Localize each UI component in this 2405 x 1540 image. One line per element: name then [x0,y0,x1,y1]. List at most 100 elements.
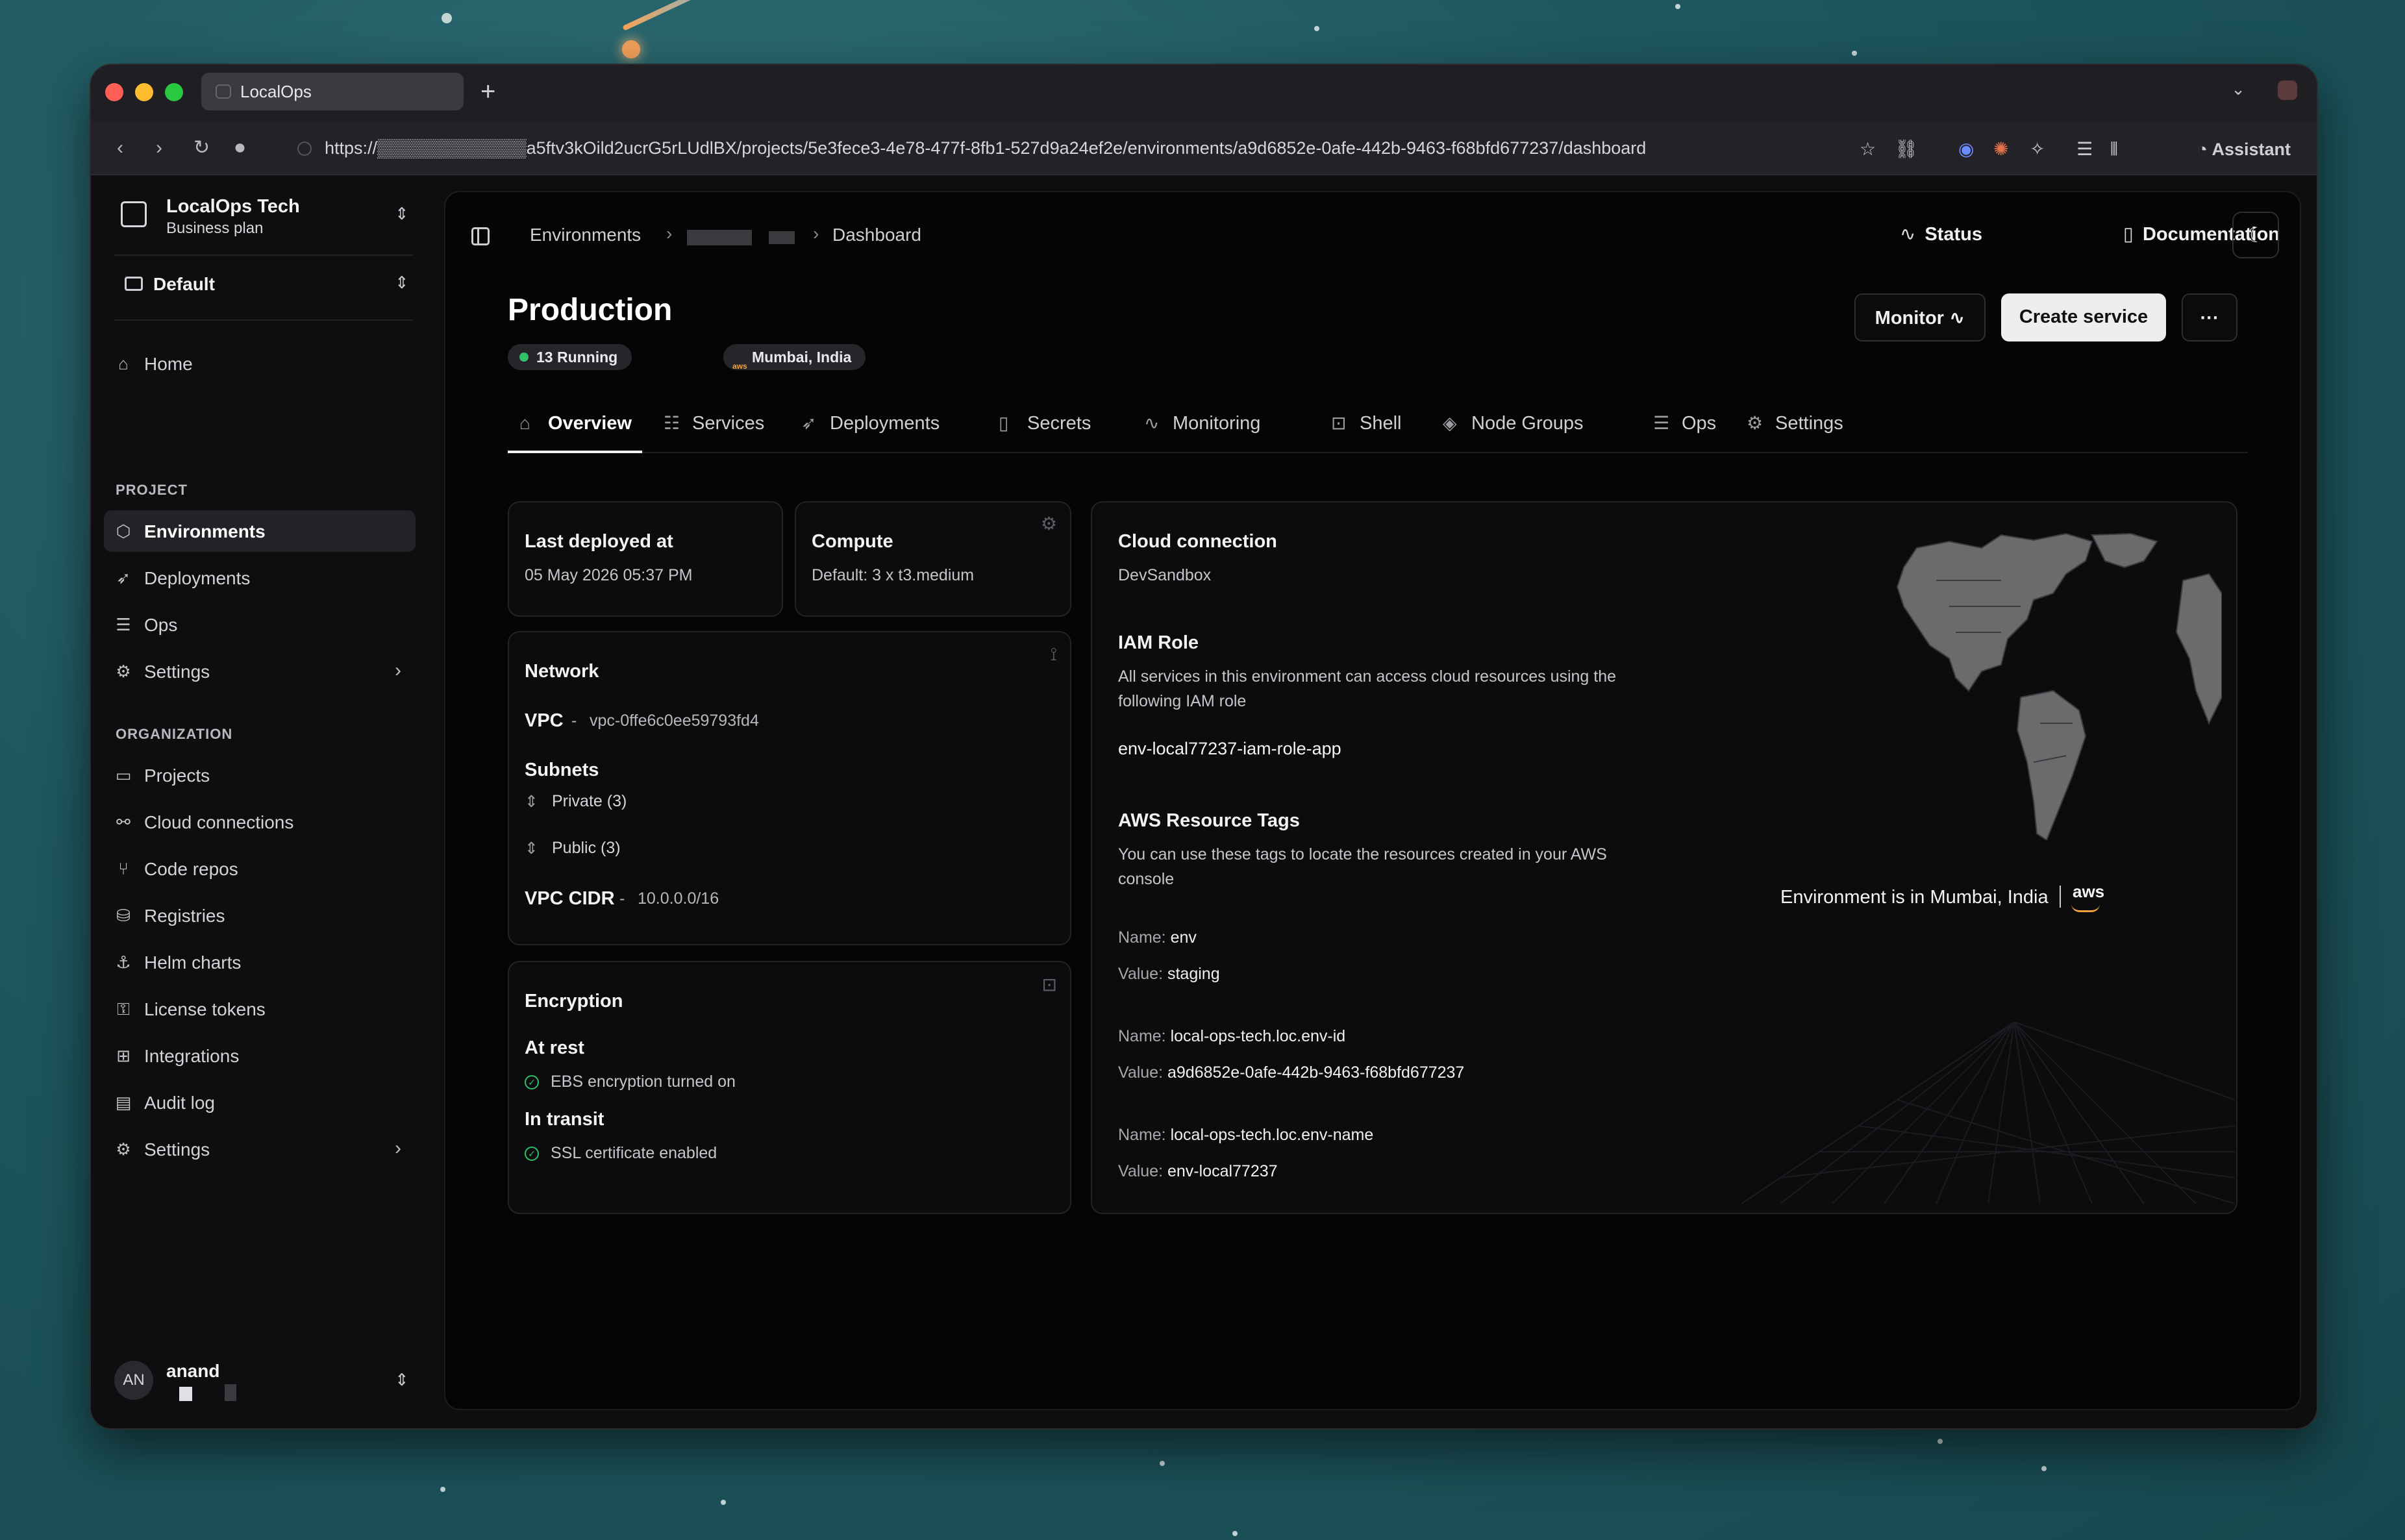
org-name: LocalOps Tech [166,196,300,217]
wallpaper-star [1938,1439,1943,1444]
maximize-window-button[interactable] [165,83,183,101]
sidebar-toggle-icon[interactable] [471,227,490,245]
sidebar-item-registries[interactable]: ⛁ Registries [104,895,416,936]
org-plan: Business plan [166,219,264,237]
tab-node-groups[interactable]: ◈ Node Groups [1443,410,1584,451]
tab-bar: ⌂ Overview ☷ Services ➶ Deployments ▯ Secret… [508,401,2248,453]
extension-icon[interactable] [2278,81,2297,100]
chevron-right-icon: › [395,660,401,681]
project-switcher[interactable]: Default ⇕ [114,264,413,305]
activity-icon: ∿ [1949,308,1965,329]
forward-arrow-icon[interactable]: › [156,134,162,162]
sidebar-item-deployments[interactable]: ➶ Deployments [104,557,416,599]
tag-value: Value: env-local77237 [1118,1162,1278,1181]
encryption-card: ⊡ Encryption At rest ✓ EBS encryption tu… [508,961,1071,1214]
tab-label: Deployments [830,413,940,434]
sidebar-item-environments[interactable]: ⬡ Environments [104,510,416,552]
sidebar-item-ops[interactable]: ☰ Ops [104,604,416,645]
copy-link-icon[interactable]: ⛓ [1895,136,1918,162]
redacted-environment-name[interactable] [687,230,752,245]
rocket-icon: ➶ [116,568,131,588]
sidebar-item-license-tokens[interactable]: ⚿ License tokens [104,988,416,1030]
user-menu[interactable]: AN anand ⇕ [114,1354,413,1413]
wallpaper-comet-head [622,40,640,58]
menu-lines-icon[interactable]: ☰ [2076,136,2093,162]
sidebar-item-projects[interactable]: ▭ Projects [104,754,416,796]
status-badge-label: 13 Running [536,349,618,366]
gear-icon: ⚙ [116,662,131,681]
assistant-button[interactable]: ◔ Assistant [2197,136,2291,162]
url-field[interactable]: https://▒▒▒▒▒▒▒▒▒▒▒▒a5ftv3kOild2ucrG5rLU… [325,135,1646,161]
gear-icon: ⚙ [1747,413,1763,433]
sidebar-item-label: Helm charts [144,952,242,973]
browser-window: LocalOps + ⌄ ‹ › ↻ ⏺ https://▒▒▒▒▒▒▒▒▒▒▒… [90,64,2318,1430]
new-tab-button[interactable]: + [480,75,495,108]
breadcrumb-environments[interactable]: Environments [530,225,641,245]
chevron-updown-icon: ⇕ [395,273,409,292]
tag-key-label: Name: [1118,1027,1166,1045]
password-manager-icon[interactable]: ◉ [1958,136,1974,162]
layers-icon: ◈ [1443,413,1457,433]
tag-key-label: Name: [1118,1126,1166,1144]
back-arrow-icon[interactable]: ‹ [117,134,123,162]
sidebar-item-helm-charts[interactable]: ⚓ Helm charts [104,941,416,983]
microphone-icon[interactable]: ⏺ [235,134,245,162]
folder-icon: ▭ [115,765,132,785]
project-name: Default [153,274,215,294]
claude-extension-icon[interactable]: ✺ [1993,136,2008,162]
address-bar: ‹ › ↻ ⏺ https://▒▒▒▒▒▒▒▒▒▒▒▒a5ftv3kOild2… [91,122,2317,175]
extensions-puzzle-icon[interactable]: ✧ [2030,136,2045,162]
tag-name: Name: local-ops-tech.loc.env-id [1118,1027,1345,1046]
tab-shell[interactable]: ⊡ Shell [1331,410,1402,451]
book-icon: ▯ [2123,224,2134,245]
minimize-window-button[interactable] [135,83,153,101]
tag-name: Name: env [1118,928,1197,947]
monitor-button[interactable]: Monitor ∿ [1854,293,1986,342]
tag-name: Name: local-ops-tech.loc.env-name [1118,1126,1373,1145]
wallpaper-star [2041,1466,2047,1471]
git-branch-icon: ⑂ [118,859,129,878]
status-link[interactable]: ∿ Status [1900,219,1982,249]
bookmark-star-icon[interactable]: ☆ [1860,136,1876,162]
tab-ops[interactable]: ☰ Ops [1653,410,1716,451]
tag-name-value: local-ops-tech.loc.env-name [1170,1126,1374,1144]
sidebar-item-integrations[interactable]: ⊞ Integrations [104,1035,416,1076]
sidebar-item-cloud-connections[interactable]: ⚯ Cloud connections [104,801,416,843]
card-title: Last deployed at [525,531,673,552]
wallpaper-star [440,1487,445,1492]
divider [114,319,413,321]
blocks-icon: ⊞ [116,1046,131,1065]
reload-icon[interactable]: ↻ [193,134,210,162]
close-window-button[interactable] [105,83,123,101]
more-actions-button[interactable]: ··· [2182,293,2237,342]
sidebar-item-audit-log[interactable]: ▤ Audit log [104,1082,416,1123]
redacted-environment-name[interactable] [769,231,795,244]
tab-deployments[interactable]: ➶ Deployments [801,410,940,451]
compute-card: ⚙ Compute Default: 3 x t3.medium [795,501,1071,617]
site-info-icon[interactable] [297,142,312,156]
environment-location-text: Environment is in Mumbai, India [1780,887,2049,908]
wallpaper-star [721,1500,726,1505]
create-service-button[interactable]: Create service [2001,293,2166,342]
audio-wave-icon[interactable]: ⫴ [2110,136,2118,162]
sidebar-item-org-settings[interactable]: ⚙ Settings › [104,1128,416,1170]
sidebar-item-home[interactable]: ⌂ Home [104,343,416,384]
decorative-grid [1741,1022,2235,1204]
sidebar-item-project-settings[interactable]: ⚙ Settings › [104,651,416,692]
tab-overview[interactable]: ⌂ Overview [508,410,642,453]
browser-tab[interactable]: LocalOps [201,73,464,110]
org-switcher[interactable]: LocalOps Tech Business plan ⇕ [114,188,413,244]
sidebar-item-code-repos[interactable]: ⑂ Code repos [104,848,416,889]
tab-settings[interactable]: ⚙ Settings [1747,410,1843,451]
tab-services[interactable]: ☷ Services [664,410,764,451]
tab-monitoring[interactable]: ∿ Monitoring [1144,410,1260,451]
tab-list-chevron-icon[interactable]: ⌄ [2231,79,2245,99]
theme-toggle-button[interactable]: ☾ [2232,212,2279,258]
network-icon: ⟟ [1050,644,1057,664]
wallpaper-star [442,13,452,23]
wallpaper-star [1160,1461,1165,1466]
compute-value: Default: 3 x t3.medium [812,566,975,584]
tab-secrets[interactable]: ▯ Secrets [999,410,1091,451]
tag-name-value: local-ops-tech.loc.env-id [1170,1027,1346,1045]
sidebar-item-label: Cloud connections [144,812,294,832]
